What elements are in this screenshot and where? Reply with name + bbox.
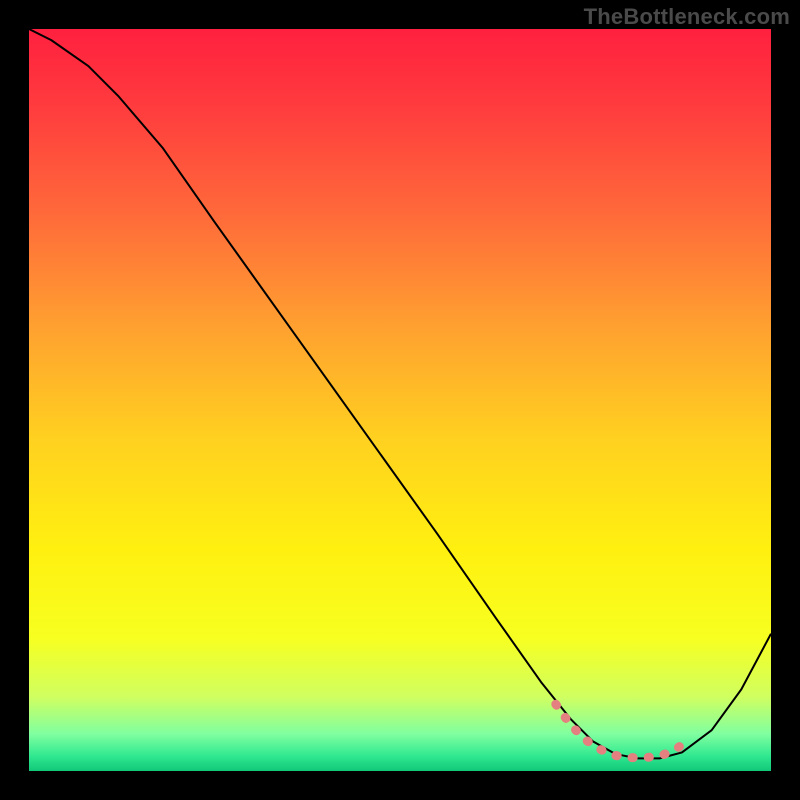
plot-gradient-background bbox=[29, 29, 771, 771]
bottleneck-chart bbox=[0, 0, 800, 800]
chart-frame: TheBottleneck.com bbox=[0, 0, 800, 800]
watermark-text: TheBottleneck.com bbox=[584, 4, 790, 30]
